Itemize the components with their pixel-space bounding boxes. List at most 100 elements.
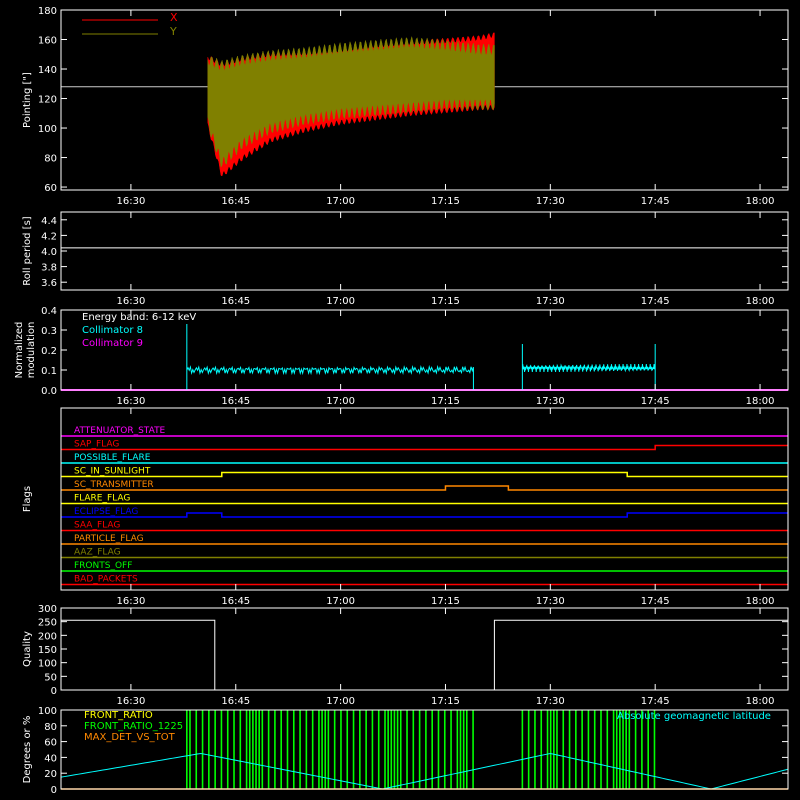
flag-line-sc-in-sunlight <box>61 471 788 478</box>
roll-xtick-label: 18:00 <box>746 296 775 307</box>
flag-label-aaz-flag: AAZ_FLAG <box>74 548 121 558</box>
modulation-xtick-label: 18:00 <box>746 396 775 407</box>
modulation-ylabel-line2: modulation <box>26 322 37 379</box>
chart-canvas: 16:30 16:45 17:00 17:15 17:30 17:45 18:00 60 80 1… <box>14 6 789 796</box>
modulation-ytick-label: 0.4 <box>41 306 57 317</box>
geomag-ytick-label: 0 <box>51 785 57 796</box>
flag-line-sc-transmitter <box>61 485 788 491</box>
quality-ytick-label: 100 <box>38 659 57 670</box>
roll-xtick-label: 17:00 <box>326 296 355 307</box>
quality-xtick-label: 17:30 <box>536 696 565 707</box>
roll-xtick-label: 16:30 <box>116 296 145 307</box>
modulation-xtick-label: 17:00 <box>326 396 355 407</box>
roll-xtick-label: 17:45 <box>641 296 670 307</box>
modulation-ytick-label: 0.3 <box>41 326 57 337</box>
roll-xtick-label: 17:30 <box>536 296 565 307</box>
roll-ytick-label: 3.8 <box>41 263 57 274</box>
quality-ytick-label: 0 <box>51 686 57 697</box>
flags-xtick-label: 17:00 <box>326 596 355 607</box>
roll-ytick-label: 4.2 <box>41 231 57 242</box>
quality-ytick-label: 250 <box>38 618 57 629</box>
flag-label-sc-in-sunlight: SC_IN_SUNLIGHT <box>74 467 151 477</box>
collimator8-segment <box>186 324 474 390</box>
flags-xtick-label: 17:30 <box>536 596 565 607</box>
pointing-xtick-label: 16:30 <box>116 196 145 207</box>
pointing-xtick-label: 17:30 <box>536 196 565 207</box>
modulation-ylabel-line1: Normalized <box>14 322 25 379</box>
geomag-latitude-line <box>60 752 789 790</box>
collimator8-segment <box>521 344 656 390</box>
pointing-xtick-label: 16:45 <box>221 196 250 207</box>
flags-xtick-label: 18:00 <box>746 596 775 607</box>
legend-collimator8: Collimator 8 <box>82 325 143 336</box>
legend-x-label: X <box>170 11 178 24</box>
flag-label-flare-flag: FLARE_FLAG <box>74 494 130 504</box>
flag-label-attenuator-state: ATTENUATOR_STATE <box>74 426 166 436</box>
energy-band-annotation: Energy band: 6-12 keV <box>82 312 196 323</box>
legend-max-det-vs-tot: MAX_DET_VS_TOT <box>84 732 176 743</box>
quality-ytick-label: 200 <box>38 631 57 642</box>
flags-xtick-label: 17:15 <box>431 596 460 607</box>
geomag-ylabel: Degrees or % <box>22 716 33 784</box>
flag-label-possible-flare: POSSIBLE_FLARE <box>74 453 151 463</box>
quality-ylabel: Quality <box>22 631 33 667</box>
geomag-ytick-label: 100 <box>38 706 57 717</box>
pointing-xtick-label: 17:15 <box>431 196 460 207</box>
quality-xtick-label: 17:00 <box>326 696 355 707</box>
flag-line-eclipse-flag <box>61 512 788 518</box>
flag-label-sc-transmitter: SC_TRANSMITTER <box>74 480 154 490</box>
flag-label-bad-packets: BAD_PACKETS <box>74 575 138 585</box>
quality-ytick-label: 50 <box>44 672 57 683</box>
roll-ytick-label: 3.6 <box>41 278 57 289</box>
pointing-ytick-label: 180 <box>38 6 57 17</box>
pointing-ytick-label: 120 <box>38 95 57 106</box>
pointing-ytick-label: 160 <box>38 36 57 47</box>
modulation-ytick-label: 0.1 <box>41 366 57 377</box>
flag-label-sap-flag: SAP_FLAG <box>74 440 119 450</box>
legend-front-ratio-1225: FRONT_RATIO_1225 <box>84 721 183 732</box>
roll-frame <box>60 211 789 291</box>
flag-label-particle-flag: PARTICLE_FLAG <box>74 534 144 544</box>
flag-label-eclipse-flag: ECLIPSE_FLAG <box>74 507 138 517</box>
quality-xtick-label: 18:00 <box>746 696 775 707</box>
pointing-xtick-label: 17:45 <box>641 196 670 207</box>
flag-label-fronts-off: FRONTS_OFF <box>74 561 132 571</box>
modulation-xtick-label: 17:15 <box>431 396 460 407</box>
modulation-xtick-label: 17:30 <box>536 396 565 407</box>
pointing-ylabel: Pointing ["] <box>22 72 33 128</box>
quality-ytick-label: 300 <box>38 604 57 615</box>
quality-xtick-label: 17:45 <box>641 696 670 707</box>
legend-y-label: Y <box>169 25 177 38</box>
modulation-xtick-label: 16:30 <box>116 396 145 407</box>
flag-label-saa-flag: SAA_FLAG <box>74 521 120 531</box>
roll-ytick-label: 4.0 <box>41 247 57 258</box>
pointing-xtick-label: 18:00 <box>746 196 775 207</box>
quality-line <box>61 619 788 691</box>
quality-xtick-label: 17:15 <box>431 696 460 707</box>
flags-xtick-label: 16:45 <box>221 596 250 607</box>
pointing-ytick-label: 80 <box>44 154 57 165</box>
flag-line-sap-flag <box>61 444 788 451</box>
roll-xtick-label: 17:15 <box>431 296 460 307</box>
modulation-ytick-label: 0.0 <box>41 386 57 397</box>
quality-xtick-label: 16:30 <box>116 696 145 707</box>
geomag-ytick-label: 60 <box>44 738 57 749</box>
roll-ytick-label: 4.4 <box>41 216 57 227</box>
modulation-xtick-label: 17:45 <box>641 396 670 407</box>
flags-xtick-label: 16:30 <box>116 596 145 607</box>
flags-xtick-label: 17:45 <box>641 596 670 607</box>
geomag-ytick-label: 20 <box>44 769 57 780</box>
pointing-ytick-label: 140 <box>38 65 57 76</box>
legend-geomag-latitude: Absolute geomagnetic latitude <box>617 711 771 722</box>
modulation-xtick-label: 16:45 <box>221 396 250 407</box>
legend-front-ratio: FRONT_RATIO <box>84 710 153 721</box>
legend-collimator9: Collimator 9 <box>82 338 143 349</box>
roll-xtick-label: 16:45 <box>221 296 250 307</box>
geomag-ytick-label: 40 <box>44 753 57 764</box>
pointing-xtick-label: 17:00 <box>326 196 355 207</box>
pointing-ytick-label: 100 <box>38 124 57 135</box>
flags-ylabel: Flags <box>22 486 33 512</box>
pointing-ytick-label: 60 <box>44 183 57 194</box>
roll-ylabel: Roll period [s] <box>22 216 33 285</box>
modulation-ytick-label: 0.2 <box>41 346 57 357</box>
